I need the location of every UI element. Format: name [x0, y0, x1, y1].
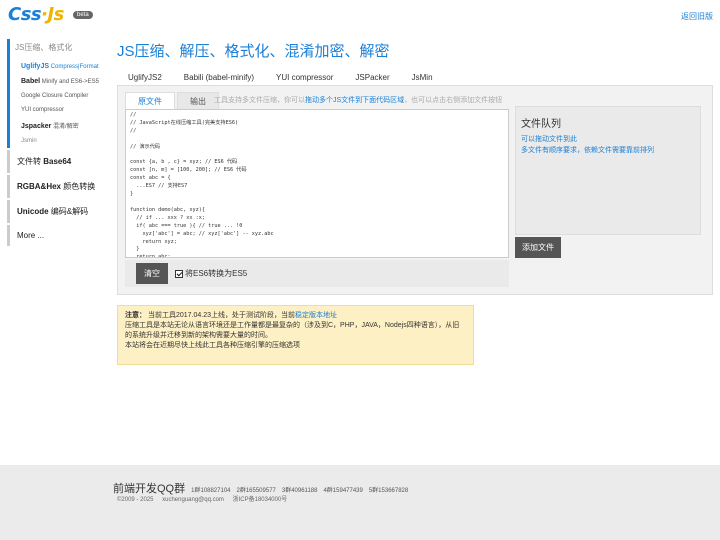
- qq-group: 5群153667828: [368, 488, 409, 494]
- file-queue-hint: 可以拖动文件到此: [521, 136, 577, 143]
- notice-line-1: 注意： 当前工具2017.04.23上线，处于测试阶段，当前稳定版本地址: [125, 311, 466, 321]
- sidebar-item-desc: 混淆/解密: [53, 124, 79, 130]
- footer: 前端开发QQ群 1群108827104 2群165509577 3群409611…: [0, 465, 720, 540]
- sidebar-item-bold: RGBA&Hex: [17, 182, 62, 191]
- clear-button[interactable]: 清空: [136, 263, 168, 284]
- es6-checkbox[interactable]: [175, 269, 183, 278]
- tool-panel: 原文件 输出 工具支持多文件压缩，你可以拖动多个JS文件到下面代码区域，也可以点…: [117, 85, 713, 295]
- sidebar-group-js: JS压缩、格式化 UglifyJS Compress|Format Babel …: [7, 39, 103, 148]
- footer-copyright: ©2009 - 2025 xuchenguang@qq.com 浙ICP备180…: [117, 494, 294, 503]
- sidebar-item-desc: Jsmin: [21, 138, 37, 144]
- es6-label: 将ES6转换为ES5: [185, 269, 248, 278]
- es6-to-es5-option[interactable]: 将ES6转换为ES5: [175, 268, 247, 279]
- sidebar-item-suffix: 编码&解码: [48, 207, 89, 216]
- notice-text: 当前工具2017.04.23上线，处于测试阶段，当前: [147, 312, 295, 319]
- back-to-old-version-link[interactable]: 返回旧版: [681, 11, 713, 22]
- sidebar-item-jsmin[interactable]: Jsmin: [15, 134, 103, 148]
- hint-highlight: 拖动多个JS文件到下面代码区域: [305, 97, 405, 104]
- sidebar-item-more[interactable]: More ...: [7, 225, 103, 246]
- sidebar-item-babel[interactable]: Babel Minify and ES6->ES5: [15, 74, 103, 89]
- icp-link[interactable]: 浙ICP备18034000号: [233, 497, 288, 503]
- sidebar: JS压缩、格式化 UglifyJS Compress|Format Babel …: [7, 39, 103, 246]
- file-queue-title: 文件队列: [521, 119, 561, 130]
- sidebar-item-name: Babel: [21, 78, 41, 85]
- sidebar-item-yui[interactable]: YUI compressor: [15, 103, 103, 117]
- sidebar-group-title[interactable]: JS压缩、格式化: [15, 39, 103, 59]
- engine-tabs: UglifyJS2 Babili (babel-minify) YUI comp…: [117, 70, 444, 85]
- qq-group: 1群108827104: [191, 488, 231, 494]
- sidebar-item-closure[interactable]: Google Closure Compiler: [15, 89, 103, 103]
- sidebar-item-bold: Base64: [43, 157, 72, 166]
- qq-group: 4群159477439: [323, 488, 363, 494]
- sidebar-item-suffix: 颜色转换: [61, 182, 96, 191]
- tab-yui[interactable]: YUI compressor: [265, 70, 344, 85]
- sidebar-item-name: Jspacker: [21, 123, 52, 130]
- sidebar-item-bold: Unicode: [17, 207, 49, 216]
- logo-js-text: Js: [47, 4, 64, 25]
- stable-version-link[interactable]: 稳定版本地址: [295, 312, 337, 319]
- usage-hint: 工具支持多文件压缩，你可以拖动多个JS文件到下面代码区域，也可以点击右侧添加文件…: [214, 95, 502, 105]
- notice-label: 注意：: [125, 312, 146, 319]
- sidebar-item-unicode[interactable]: Unicode 编码&解码: [7, 200, 103, 223]
- sidebar-item-uglifyjs[interactable]: UglifyJS Compress|Format: [15, 59, 103, 74]
- hint-text: ，也可以点击右侧添加文件按钮: [404, 97, 503, 104]
- sidebar-item-jspacker[interactable]: Jspacker 混淆/解密: [15, 117, 103, 134]
- file-queue-hint: 多文件有顺序要求，依赖文件需要靠前排列: [521, 147, 654, 154]
- hint-text: 工具支持多文件压缩，你可以: [214, 97, 305, 104]
- editor-controls: 清空 将ES6转换为ES5: [125, 260, 509, 287]
- tab-jspacker[interactable]: JSPacker: [344, 70, 400, 85]
- code-editor[interactable]: // // JavaScript在线压缩工具(完美支持ES6) // // 演示…: [125, 109, 509, 258]
- qq-group: 3群40961188: [281, 488, 318, 494]
- beta-badge: beta: [73, 11, 93, 19]
- sidebar-item-desc: Google Closure Compiler: [21, 93, 89, 99]
- tab-jsmin[interactable]: JsMin: [401, 70, 444, 85]
- sidebar-item-desc: YUI compressor: [21, 107, 65, 113]
- sidebar-item-desc: Minify and ES6->ES5: [41, 79, 99, 85]
- file-queue[interactable]: 文件队列 可以拖动文件到此 多文件有顺序要求，依赖文件需要靠前排列: [515, 106, 701, 235]
- tab-babili[interactable]: Babili (babel-minify): [173, 70, 265, 85]
- notice-line-2: 压缩工具是本站无论从语言环境还是工作量都是最复杂的（涉及到C，PHP，JAVA，…: [125, 322, 460, 339]
- notice-line-3: 本站将会在近期尽快上线此工具各种压缩引擎的压缩选项: [125, 342, 300, 349]
- contact-email[interactable]: xuchenguang@qq.com: [162, 497, 224, 503]
- sidebar-item-name: UglifyJS: [21, 63, 50, 70]
- sidebar-item-prefix: 文件转: [17, 157, 44, 166]
- add-file-button[interactable]: 添加文件: [515, 237, 561, 258]
- sidebar-item-base64[interactable]: 文件转 Base64: [7, 150, 103, 173]
- tab-uglifyjs2[interactable]: UglifyJS2: [117, 70, 173, 85]
- notice-box: 注意： 当前工具2017.04.23上线，处于测试阶段，当前稳定版本地址 压缩工…: [117, 305, 474, 365]
- sidebar-item-prefix: More ...: [17, 231, 45, 240]
- sidebar-item-desc: Compress|Format: [50, 64, 99, 70]
- copyright-text: ©2009 - 2025: [117, 497, 154, 503]
- page-title: JS压缩、解压、格式化、混淆加密、解密: [117, 43, 390, 60]
- sidebar-item-color[interactable]: RGBA&Hex 颜色转换: [7, 175, 103, 198]
- logo-css-text: Css: [8, 4, 42, 25]
- qq-group: 2群165509577: [236, 488, 276, 494]
- site-logo[interactable]: Css·Js: [8, 4, 64, 25]
